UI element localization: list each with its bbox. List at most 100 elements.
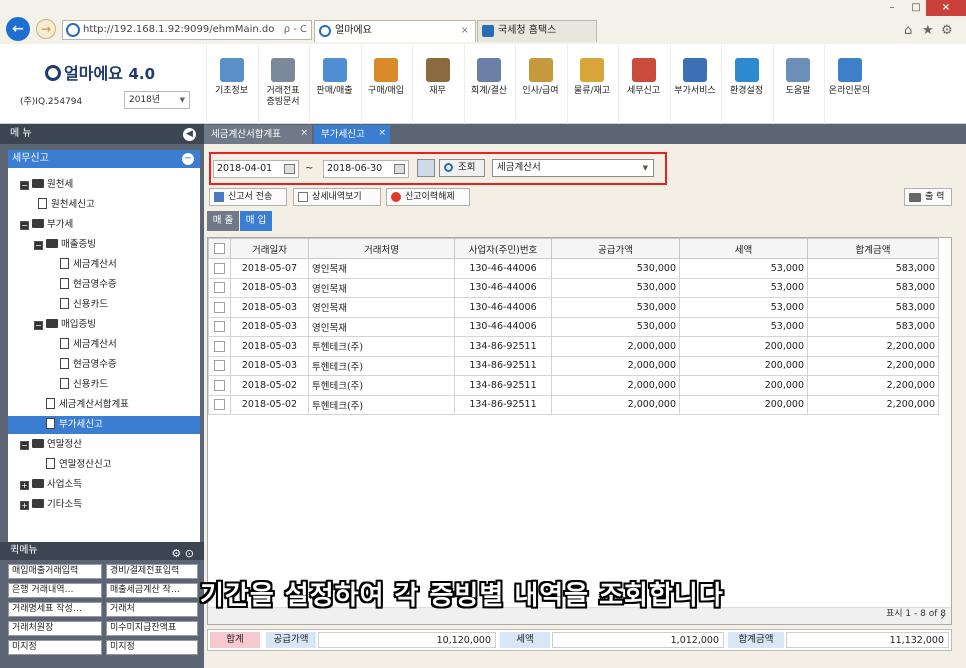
browser-tab-ulmaeyo[interactable]: 얼마에요 × (314, 20, 476, 42)
tree-item[interactable]: 세금계산서합계표 (8, 396, 200, 414)
back-arrow-icon[interactable]: ← (6, 17, 30, 41)
document-type-select[interactable]: 세금계산서 ▼ (492, 159, 654, 177)
row-checkbox-cell[interactable] (208, 258, 231, 279)
table-row[interactable]: 2018-05-03 영인목재 130-46-44006 530,000 53,000 5… (208, 277, 939, 298)
collapse-icon[interactable]: ◀ (183, 128, 196, 141)
tree-item[interactable]: 세금계산서 (8, 256, 200, 274)
table-row[interactable]: 2018-05-03 투헨테크(주) 134-86-92511 2,000,000 20… (208, 336, 939, 357)
tree-item[interactable]: 세금계산서 (8, 336, 200, 354)
checkbox[interactable] (214, 321, 225, 333)
row-checkbox-cell[interactable] (208, 336, 231, 357)
row-checkbox-cell[interactable] (208, 375, 231, 396)
column-header[interactable]: 사업자(주민)번호 (454, 238, 552, 259)
quick-menu-item[interactable]: 미지정 (106, 640, 198, 655)
table-row[interactable]: 2018-05-03 영인목재 130-46-44006 530,000 53,000 5… (208, 297, 939, 318)
checkbox[interactable] (214, 282, 225, 294)
collapse-circle-icon[interactable]: − (182, 153, 194, 165)
tree-item[interactable]: − 매입증빙 (8, 316, 200, 334)
tree-item[interactable]: 신용카드 (8, 376, 200, 394)
quick-menu-item[interactable]: 경비/결제전표입력 (106, 564, 198, 579)
quick-menu-item[interactable]: 거래처 (106, 602, 198, 617)
tree-item[interactable]: − 부가세 (8, 216, 200, 234)
view-details-button[interactable]: 상세내역보기 (293, 188, 381, 206)
checkbox[interactable] (214, 301, 225, 313)
table-row[interactable]: 2018-05-03 투헨테크(주) 134-86-92511 2,000,000 20… (208, 355, 939, 376)
menu-button[interactable]: 기초정보 (206, 44, 256, 124)
close-icon[interactable]: × (378, 124, 386, 143)
menu-button[interactable]: 재무 (412, 44, 462, 124)
address-controls[interactable]: ρ - C (284, 21, 307, 39)
window-minimize-button[interactable]: – (880, 0, 904, 16)
row-checkbox-cell[interactable] (208, 394, 231, 415)
tree-item[interactable]: + 사업소득 (8, 476, 200, 494)
send-report-button[interactable]: 신고서 전송 (209, 188, 287, 206)
tree-root-tax-report[interactable]: 세무신고 − (8, 150, 200, 168)
row-checkbox-cell[interactable] (208, 316, 231, 337)
collapse-icon[interactable]: − (20, 181, 29, 190)
checkbox[interactable] (214, 340, 225, 352)
tree-item[interactable]: 현금영수증 (8, 356, 200, 374)
cancel-report-history-button[interactable]: 신고이력해제 (386, 188, 470, 206)
period-calendar-button[interactable] (417, 159, 435, 177)
tab-sales[interactable]: 매 출 (207, 211, 239, 231)
menu-button[interactable]: 인사/급여 (515, 44, 565, 124)
column-header[interactable]: 세액 (679, 238, 808, 259)
window-close-button[interactable]: × (926, 0, 966, 16)
quick-menu-item[interactable]: 거래명세표 작성… (8, 602, 102, 617)
date-from-field[interactable]: 2018-04-01 (213, 160, 299, 178)
column-header[interactable]: 거래처명 (308, 238, 455, 259)
gear-icon[interactable]: ⚙ (941, 23, 953, 38)
collapse-icon[interactable]: − (20, 221, 29, 230)
quick-menu-item[interactable]: 미지정 (8, 640, 102, 655)
column-header[interactable]: 공급가액 (551, 238, 680, 259)
tree-item[interactable]: 현금영수증 (8, 276, 200, 294)
checkbox[interactable] (214, 360, 225, 372)
collapse-icon[interactable]: − (20, 441, 29, 450)
quick-menu-item[interactable]: 미수미지급잔액표 (106, 621, 198, 636)
calendar-icon[interactable] (394, 164, 405, 174)
menu-button[interactable]: 부가서비스 (669, 44, 720, 124)
tree-item[interactable]: − 매출증빙 (8, 236, 200, 254)
home-icon[interactable]: ⌂ (904, 23, 912, 38)
year-select[interactable]: 2018년 ▼ (124, 91, 190, 109)
close-icon[interactable]: × (300, 124, 308, 143)
settings-icon[interactable]: ⚙ ⊙ (171, 545, 194, 563)
column-header[interactable]: 합계금액 (807, 238, 939, 259)
menu-button[interactable]: 판매/매출 (309, 44, 359, 124)
tab-purchases[interactable]: 매 입 (240, 211, 272, 231)
quick-menu-item[interactable]: 거래처원장 (8, 621, 102, 636)
menu-button[interactable]: 환경설정 (721, 44, 771, 124)
checkbox[interactable] (214, 379, 225, 391)
tree-item[interactable]: 신용카드 (8, 296, 200, 314)
tree-item[interactable]: − 연말정산 (8, 436, 200, 454)
collapse-icon[interactable]: − (34, 321, 43, 330)
search-button[interactable]: 조회 (439, 159, 485, 177)
forward-arrow-icon[interactable]: → (36, 19, 56, 39)
date-to-field[interactable]: 2018-06-30 (323, 160, 409, 178)
checkbox[interactable] (214, 243, 225, 254)
tree-item[interactable]: 원천세신고 (8, 196, 200, 214)
tree-item[interactable]: 연말정산신고 (8, 456, 200, 474)
tree-item[interactable]: 부가세신고 (8, 416, 200, 434)
row-checkbox-cell[interactable] (208, 355, 231, 376)
tree-item[interactable]: − 원천세 (8, 176, 200, 194)
address-bar[interactable]: http://192.168.1.92:9099/ehmMain.do ρ - … (62, 20, 312, 40)
checkbox[interactable] (214, 262, 225, 274)
table-row[interactable]: 2018-05-07 영인목재 130-46-44006 530,000 53,000 5… (208, 258, 939, 279)
quick-menu-item[interactable]: 은행 거래내역… (8, 583, 102, 598)
menu-button[interactable]: 도움말 (772, 44, 823, 124)
quick-menu-item[interactable]: 매입매출거래입력 (8, 564, 102, 579)
menu-button[interactable]: 세무신고 (618, 44, 668, 124)
table-row[interactable]: 2018-05-02 투헨테크(주) 134-86-92511 2,000,000 20… (208, 394, 939, 415)
table-row[interactable]: 2018-05-03 영인목재 130-46-44006 530,000 53,000 5… (208, 316, 939, 337)
calendar-icon[interactable] (284, 164, 295, 174)
column-header[interactable]: 거래일자 (230, 238, 309, 259)
menu-button[interactable]: 거래전표 증빙문서 (257, 44, 308, 124)
row-checkbox-cell[interactable] (208, 277, 231, 298)
tab-tax-invoice-summary[interactable]: 세금계산서합계표 × (204, 125, 312, 144)
tab-close-icon[interactable]: × (461, 21, 469, 41)
expand-icon[interactable]: + (20, 481, 29, 490)
star-icon[interactable]: ★ (922, 23, 934, 38)
browser-tab-hometax[interactable]: 국세청 홈택스 (477, 20, 597, 42)
print-button[interactable]: 출 력 (904, 188, 952, 206)
